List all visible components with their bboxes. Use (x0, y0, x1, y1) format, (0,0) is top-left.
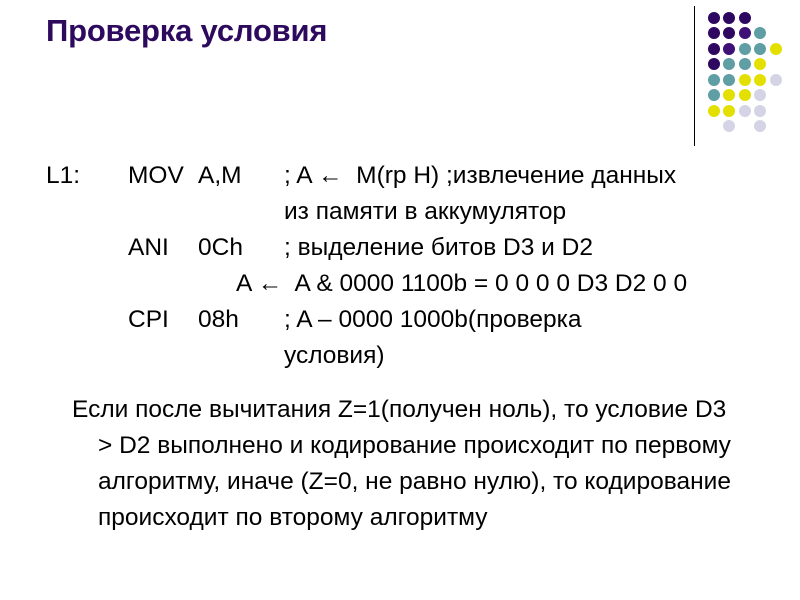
code-comment-cpi-continuation-text: условия) (284, 342, 385, 369)
dot-cell (706, 72, 722, 88)
decorative-dot (707, 27, 720, 39)
code-row-cpi: CPI 08h ; A – 0000 1000b(проверка (46, 302, 756, 338)
decorative-dot (738, 89, 751, 101)
dot-cell (737, 26, 753, 42)
dot-cell (722, 72, 738, 88)
decorative-dot (754, 89, 766, 101)
code-row-ani: ANI 0Ch ; выделение битов D3 и D2 (46, 230, 756, 266)
dot-cell (768, 57, 784, 73)
decorative-dot (723, 104, 735, 117)
decorative-dot (754, 27, 766, 39)
dot-cell (768, 10, 784, 26)
dot-cell (753, 119, 769, 135)
decorative-dot (754, 120, 766, 132)
page-title: Проверка условия (46, 13, 328, 48)
decorative-dot (723, 42, 735, 55)
decorative-dot (707, 89, 720, 101)
decorative-dot (769, 42, 782, 55)
code-mnemonic-cpi: CPI (128, 306, 169, 333)
dot-cell (753, 41, 769, 57)
dot-grid-matrix (706, 10, 784, 134)
dot-cell (737, 72, 753, 88)
dot-cell (722, 57, 738, 73)
decorative-dot (769, 73, 782, 86)
dot-cell (737, 88, 753, 104)
dot-cell (768, 88, 784, 104)
dot-cell (768, 41, 784, 57)
code-comment-mov-continuation-text: из памяти в аккумулятор (284, 198, 567, 225)
code-row-mov: L1: MOV A,M ; A ← M(rp H) ;извлечение да… (46, 158, 756, 194)
decorative-dot (754, 104, 766, 117)
dot-cell (722, 10, 738, 26)
dot-cell (706, 10, 722, 26)
code-mnemonic-ani: ANI (128, 234, 169, 261)
dot-cell (753, 10, 769, 26)
code-operand-ani: 0Ch (198, 234, 243, 261)
dot-cell (768, 72, 784, 88)
dot-cell (737, 119, 753, 135)
decorative-dot (723, 73, 735, 86)
code-comment-mov: ; A ← M(rp H) ;извлечение данных (284, 162, 677, 189)
dot-cell (768, 119, 784, 135)
decorative-dot (707, 11, 720, 24)
decorative-dot (738, 42, 751, 55)
code-comment-cpi-continuation: условия) (46, 338, 756, 374)
decorative-dot (738, 104, 751, 117)
dot-cell (753, 103, 769, 119)
dot-cell (768, 103, 784, 119)
decorative-dot (707, 104, 720, 117)
code-operand-mov: A,M (198, 162, 242, 189)
dot-cell (737, 41, 753, 57)
dot-cell (722, 26, 738, 42)
decorative-dot (723, 27, 735, 39)
explanation-paragraph-text: Если после вычитания Z=1(получен ноль), … (72, 396, 731, 531)
decorative-dot (738, 73, 751, 86)
assembly-code-block: L1: MOV A,M ; A ← M(rp H) ;извлечение да… (46, 158, 756, 374)
code-mnemonic-mov: MOV (128, 162, 184, 189)
dot-cell (753, 88, 769, 104)
decorative-dot (754, 58, 766, 70)
decorative-dot (738, 11, 751, 24)
dot-cell (753, 57, 769, 73)
dot-cell (706, 103, 722, 119)
decorative-dot (754, 73, 766, 86)
code-expression-ani: A ← A & 0000 1100b = 0 0 0 0 D3 D2 0 0 (46, 266, 756, 302)
dot-cell (706, 41, 722, 57)
dot-cell (753, 72, 769, 88)
dot-cell (768, 26, 784, 42)
dot-cell (722, 119, 738, 135)
decorative-dot (723, 58, 735, 70)
decorative-dot (738, 27, 751, 39)
decorative-dot (754, 42, 766, 55)
slide-canvas: Проверка условия L1: MOV A,M ; A ← M(rp … (0, 0, 800, 600)
dot-cell (706, 88, 722, 104)
decorative-dot (723, 89, 735, 101)
code-expression-ani-text: A ← A & 0000 1100b = 0 0 0 0 D3 D2 0 0 (236, 270, 688, 297)
dot-cell (737, 103, 753, 119)
code-comment-ani: ; выделение битов D3 и D2 (284, 234, 593, 261)
decorative-dot (707, 58, 720, 70)
decorative-dot (723, 11, 735, 24)
dot-cell (706, 119, 722, 135)
code-operand-cpi: 08h (198, 306, 239, 333)
code-comment-mov-continuation: из памяти в аккумулятор (46, 194, 756, 230)
decorative-dot (707, 73, 720, 86)
code-label-l1: L1: (46, 162, 81, 189)
dot-cell (722, 88, 738, 104)
dot-cell (737, 57, 753, 73)
vertical-rule-divider (694, 6, 695, 146)
decorative-dot (723, 120, 735, 132)
dot-cell (722, 41, 738, 57)
dot-cell (737, 10, 753, 26)
dot-cell (753, 26, 769, 42)
dot-cell (722, 103, 738, 119)
decorative-dot (707, 42, 720, 55)
explanation-paragraph: Если после вычитания Z=1(получен ноль), … (46, 392, 732, 536)
code-comment-cpi: ; A – 0000 1000b(проверка (284, 306, 582, 333)
dot-cell (706, 26, 722, 42)
decorative-dot-grid (694, 4, 794, 146)
dot-cell (706, 57, 722, 73)
decorative-dot (738, 58, 751, 70)
